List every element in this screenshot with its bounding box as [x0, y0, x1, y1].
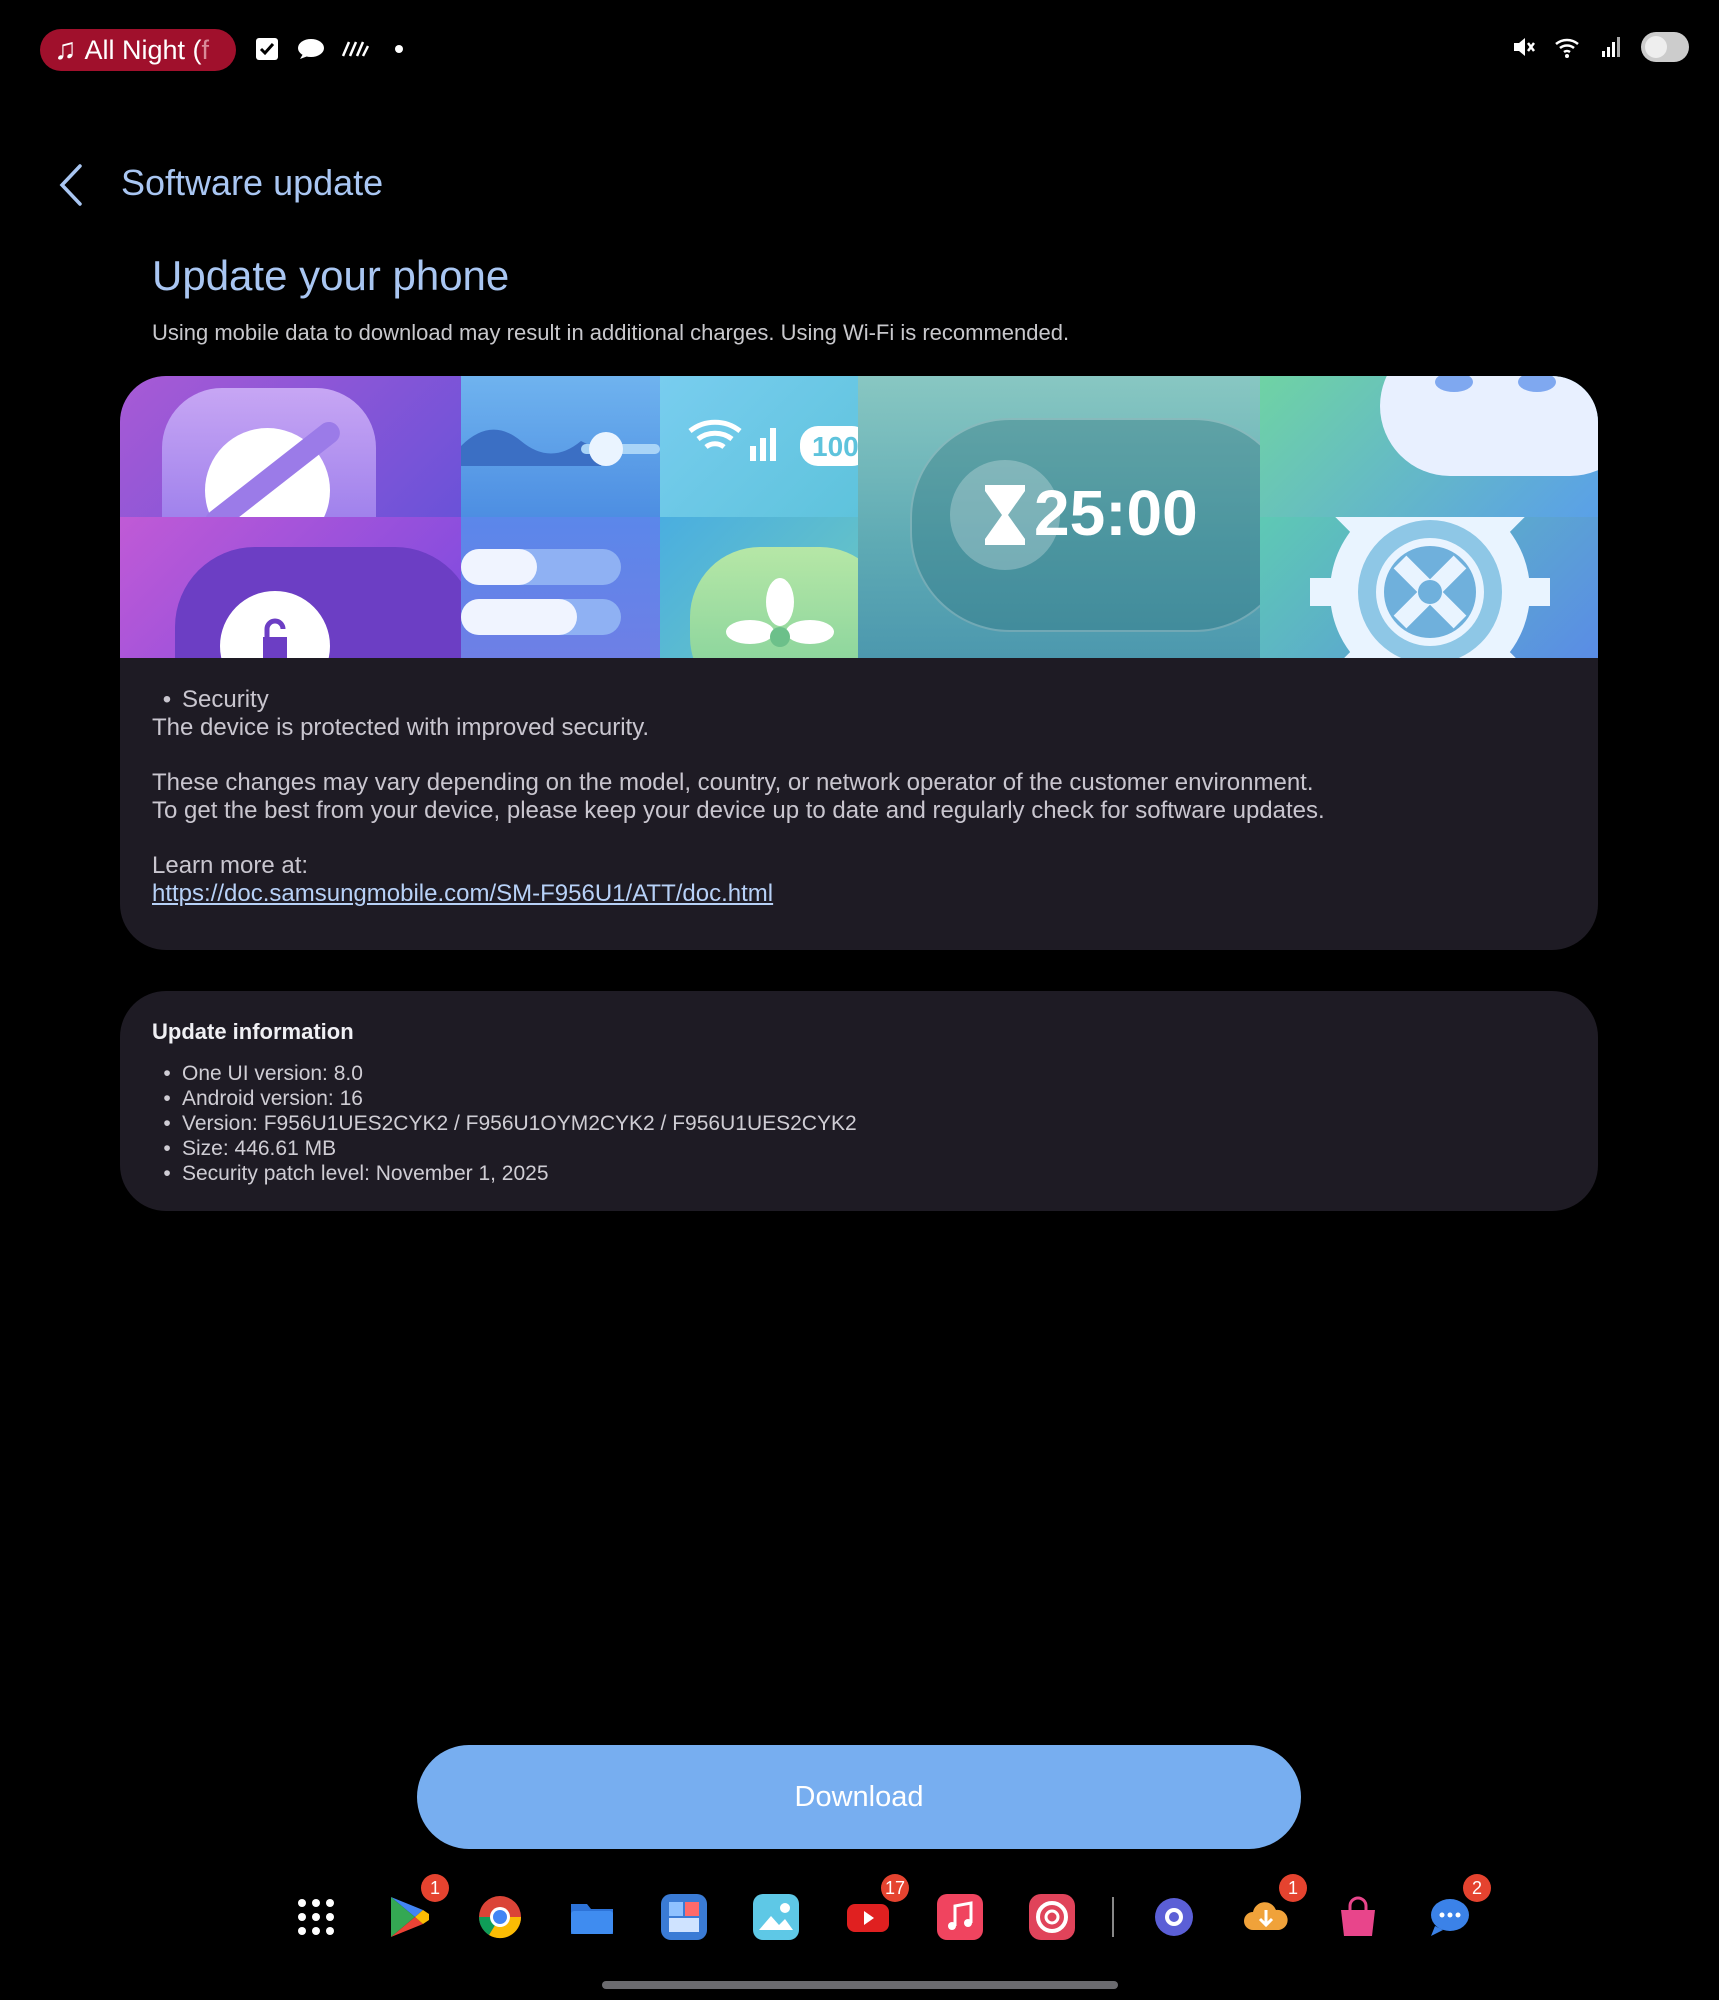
update-information-card: Update information • One UI version: 8.0 … [120, 991, 1598, 1211]
list-item: • Security patch level: November 1, 2025 [163, 1162, 549, 1185]
learn-more-label: Learn more at: [152, 852, 309, 879]
badge: 1 [1279, 1874, 1307, 1902]
play-store-icon[interactable]: 1 [385, 1874, 449, 1940]
mobile-data-note: Using mobile data to download may result… [152, 320, 1070, 345]
list-item: • Version: F956U1UES2CYK2 / F956U1OYM2CYK… [163, 1112, 857, 1135]
one-ui-version: One UI version: 8.0 [182, 1062, 363, 1085]
battery-toggle-icon [1641, 32, 1689, 62]
release-disclaimer-line1: These changes may vary depending on the … [152, 769, 1314, 796]
slider-icon [461, 376, 660, 517]
list-item: • One UI version: 8.0 [163, 1062, 363, 1085]
badge: 2 [1463, 1874, 1491, 1902]
timer-widget: 25:00 [858, 376, 1260, 658]
update-banner-image: 100 25:00 [120, 376, 1598, 658]
pocket-casts-icon[interactable] [1029, 1894, 1075, 1940]
update-information-title: Update information [152, 1019, 354, 1044]
files-icon[interactable] [569, 1894, 615, 1940]
release-notes-body: • Security The device is protected with i… [152, 686, 1558, 908]
mute-icon [1509, 30, 1539, 64]
internet-icon [120, 376, 461, 517]
signal-icon [1597, 30, 1627, 64]
learn-more-link[interactable]: https://doc.samsungmobile.com/SM-F956U1/… [152, 880, 773, 907]
chrome-icon[interactable] [477, 1894, 523, 1940]
music-icon[interactable] [937, 1894, 983, 1940]
list-item: • Size: 446.61 MB [163, 1137, 337, 1160]
galaxy-store-icon[interactable] [1335, 1894, 1381, 1940]
update-information-list: • One UI version: 8.0 • Android version: 1… [152, 1061, 857, 1186]
release-bullet-title: Security [182, 686, 269, 713]
chevron-left-icon [59, 164, 82, 206]
messages-icon[interactable]: 2 [1427, 1874, 1491, 1940]
timer-text: 25:00 [1034, 477, 1198, 549]
release-notes-card: 100 25:00 • Security The device is prote… [120, 376, 1598, 950]
wifi-signal-battery-icon: 100 [660, 376, 858, 517]
update-size: Size: 446.61 MB [182, 1137, 337, 1160]
stripes-icon [340, 32, 370, 66]
toggle-bars-icon [461, 517, 660, 658]
wifi-icon [1553, 30, 1583, 64]
youtube-icon[interactable]: 17 [845, 1874, 909, 1940]
release-disclaimer-line2: To get the best from your device, please… [152, 797, 1325, 824]
android-version: Android version: 16 [182, 1087, 363, 1110]
settings-icon[interactable] [1151, 1894, 1197, 1940]
checkbox-icon [252, 32, 282, 66]
stack-app-icon[interactable] [661, 1894, 707, 1940]
gallery-icon[interactable] [753, 1894, 799, 1940]
bullet: • [162, 686, 172, 713]
gear-icon [1260, 517, 1598, 658]
build-version: Version: F956U1UES2CYK2 / F956U1OYM2CYK2… [182, 1112, 857, 1135]
badge: 17 [881, 1874, 909, 1902]
hourglass-icon [985, 485, 1025, 545]
chat-bubble-icon [296, 32, 326, 66]
now-playing-label: All Night ( [84, 34, 202, 65]
download-button[interactable]: Download [417, 1745, 1301, 1849]
music-note-icon: ♫ [54, 33, 77, 66]
dot-icon [384, 32, 414, 66]
status-bar: ♫ All Night (f [0, 0, 1719, 100]
security-patch-level: Security patch level: November 1, 2025 [182, 1162, 549, 1185]
release-bullet-body: The device is protected with improved se… [152, 714, 650, 741]
flower-icon [660, 517, 858, 658]
cloud-download-icon[interactable]: 1 [1243, 1874, 1307, 1940]
battery-level-text: 100 [812, 431, 858, 462]
chat-bubble-art [1260, 376, 1598, 517]
back-button[interactable] [52, 160, 92, 210]
apps-grid-icon[interactable] [293, 1894, 339, 1940]
lock-rotate-icon [120, 517, 461, 658]
list-item: • Android version: 16 [163, 1087, 363, 1110]
home-indicator[interactable] [602, 1981, 1118, 1989]
section-heading: Update your phone [152, 252, 510, 299]
taskbar-divider [1112, 1897, 1114, 1937]
now-playing-label-fade: f [201, 34, 210, 65]
taskbar: 1 17 1 2 [270, 1874, 1496, 1940]
now-playing-chip[interactable]: ♫ All Night (f [40, 29, 236, 71]
badge: 1 [421, 1874, 449, 1902]
page-title: Software update [121, 162, 384, 203]
